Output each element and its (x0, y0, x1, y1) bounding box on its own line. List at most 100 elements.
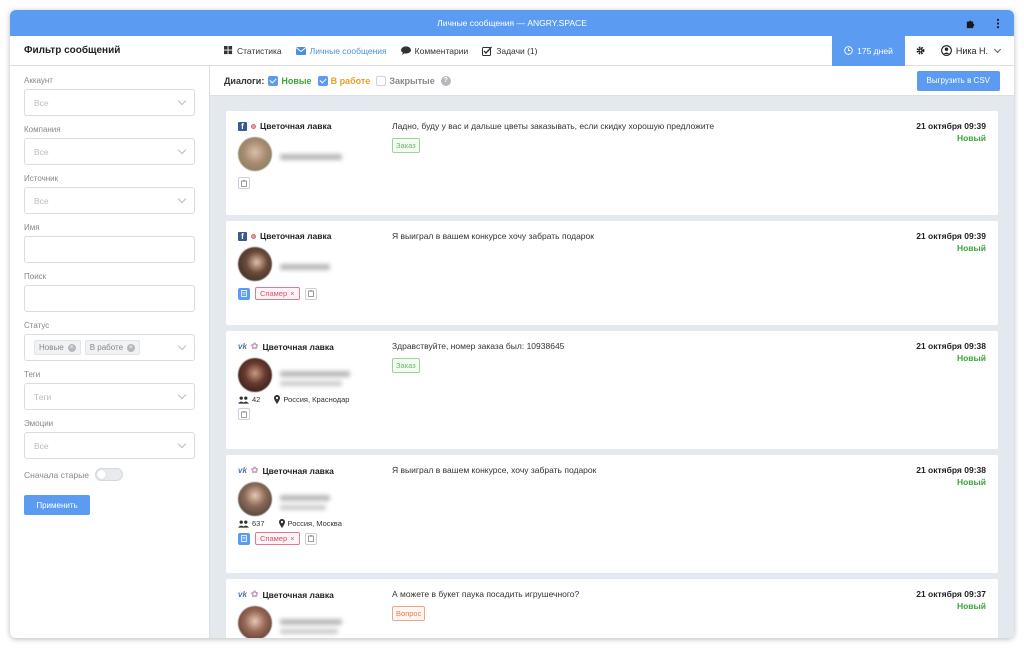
message-card[interactable]: f Цветочная лавка Спамер × Я выиграл в ва… (226, 221, 998, 325)
blurred-user-handle (280, 381, 342, 386)
message-date: 21 октября 09:38 (916, 465, 986, 475)
chevron-down-icon (177, 390, 187, 400)
message-status: Новый (956, 133, 986, 143)
remove-icon[interactable]: × (67, 343, 76, 352)
notes-icon[interactable] (238, 532, 250, 545)
sentiment-dot-icon (251, 123, 256, 129)
avatar[interactable] (238, 247, 272, 281)
notes-icon[interactable] (238, 287, 250, 300)
user-meta: 42 Россия, Краснодар (238, 395, 986, 404)
blurred-user-name (280, 371, 350, 377)
account-value: Все (34, 97, 49, 108)
filter-closed-checkbox[interactable]: Закрытые (376, 75, 435, 86)
window-title: Личные сообщения — ANGRY.SPACE (437, 18, 587, 28)
search-label: Поиск (24, 272, 47, 281)
message-tag[interactable]: Заказ (392, 138, 420, 153)
vk-icon: vk (238, 466, 247, 475)
vk-icon: vk (238, 342, 247, 351)
avatar[interactable] (238, 137, 272, 171)
location-pin-icon (274, 395, 281, 404)
tab-label: Статистика (237, 45, 282, 56)
spammer-tag[interactable]: Спамер × (255, 532, 300, 545)
more-vertical-icon[interactable] (992, 17, 1004, 29)
blurred-user-name (280, 154, 342, 160)
emotions-select[interactable]: Все (24, 432, 195, 459)
source-select[interactable]: Все (24, 187, 195, 214)
search-input[interactable] (24, 285, 195, 312)
chip-label: В работе (89, 343, 124, 352)
flower-icon: ✿ (250, 589, 259, 599)
message-sender: f Цветочная лавка (238, 231, 986, 241)
days-text: 175 дней (857, 45, 893, 56)
clipboard-icon[interactable] (238, 177, 250, 189)
chevron-down-icon (177, 341, 187, 351)
account-label: Аккаунт (24, 76, 53, 85)
blurred-user-handle (280, 629, 338, 634)
spammer-tag[interactable]: Спамер × (255, 287, 300, 300)
avatar[interactable] (238, 358, 272, 392)
remove-icon[interactable]: × (290, 289, 294, 298)
tab-tasks[interactable]: Задачи (1) (482, 46, 538, 56)
user-icon (940, 45, 952, 56)
account-select[interactable]: Все (24, 89, 195, 116)
export-csv-button[interactable]: Выгрузить в CSV (916, 70, 1000, 91)
company-select[interactable]: Все (24, 138, 195, 165)
tab-statistics[interactable]: Статистика (224, 46, 282, 56)
tab-label: Личные сообщения (309, 45, 387, 56)
user-menu[interactable]: Ника Н. (937, 36, 1014, 66)
settings-button[interactable] (905, 36, 937, 66)
message-tag[interactable]: Вопрос (392, 606, 426, 621)
name-input[interactable] (24, 236, 195, 263)
source-value: Все (34, 195, 49, 206)
message-text: Я выиграл в вашем конкурсе, хочу забрать… (392, 465, 597, 475)
top-navbar: Фильтр сообщений Статистика Личные сообщ… (10, 35, 1014, 66)
clipboard-icon[interactable] (238, 408, 250, 420)
status-chip-new[interactable]: Новые × (34, 340, 81, 355)
dialog-filter-bar: Диалоги: Новые В работе Закрытые ? Выгру… (210, 66, 1014, 96)
chevron-down-icon (177, 194, 187, 204)
group-name: Цветочная лавка (260, 121, 332, 131)
message-card[interactable]: vk ✿ Цветочная лавка 42 Россия, Краснода… (226, 331, 998, 449)
clipboard-icon[interactable] (304, 287, 317, 300)
user-meta: 637 Россия, Москва (238, 519, 986, 528)
avatar[interactable] (238, 606, 272, 638)
facebook-icon: f (238, 121, 247, 131)
message-text: Здравствуйте, номер заказа был: 10938645 (392, 341, 565, 351)
name-label: Имя (24, 223, 40, 232)
filter-in-work-checkbox[interactable]: В работе (317, 75, 370, 86)
subscription-days-badge[interactable]: 175 дней (832, 35, 905, 66)
message-sender: vk ✿ Цветочная лавка (238, 589, 986, 600)
filter-new-label: Новые (281, 75, 312, 86)
remove-icon[interactable]: × (127, 343, 136, 352)
chip-label: Новые (39, 343, 64, 352)
message-status: Новый (956, 601, 986, 611)
clock-icon (844, 46, 853, 55)
grid-icon (224, 46, 233, 55)
avatar[interactable] (238, 482, 272, 516)
group-name: Цветочная лавка (260, 231, 332, 241)
message-card[interactable]: vk ✿ Цветочная лавка А можете в букет па… (226, 579, 998, 638)
clipboard-icon[interactable] (304, 532, 317, 545)
group-name: Цветочная лавка (262, 589, 334, 600)
puzzle-icon[interactable] (964, 17, 976, 29)
status-select[interactable]: Новые × В работе × (24, 334, 195, 361)
message-status: Новый (956, 477, 986, 487)
message-card[interactable]: vk ✿ Цветочная лавка 637 Россия, Москва (226, 455, 998, 573)
chevron-down-icon (993, 45, 1002, 53)
tags-select[interactable]: Теги (24, 383, 195, 410)
flower-icon: ✿ (250, 465, 259, 475)
message-tag[interactable]: Заказ (392, 358, 420, 373)
tab-label: Комментарии (414, 45, 469, 56)
filter-closed-label: Закрытые (389, 75, 435, 86)
location-pin-icon (278, 519, 285, 528)
remove-icon[interactable]: × (290, 534, 294, 543)
tab-private-messages[interactable]: Личные сообщения (295, 45, 387, 56)
message-date: 21 октября 09:38 (916, 341, 986, 351)
old-first-toggle[interactable] (94, 468, 123, 481)
status-chip-in-work[interactable]: В работе × (84, 340, 141, 355)
apply-button[interactable]: Применить (24, 495, 90, 515)
tab-comments[interactable]: Комментарии (400, 45, 469, 56)
filter-new-checkbox[interactable]: Новые (268, 75, 312, 86)
message-card[interactable]: f Цветочная лавка Ладно, буду у вас и да… (226, 111, 998, 215)
help-icon[interactable]: ? (440, 75, 451, 86)
